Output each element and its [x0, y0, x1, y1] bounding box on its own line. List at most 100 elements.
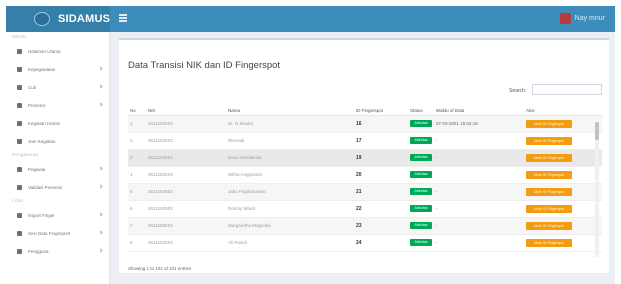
row-number: 3 [128, 149, 146, 167]
time-cell: - [434, 132, 524, 150]
table-row[interactable]: 7 3521182503 Margaretha Magnolia 23 Aktivita… [128, 217, 602, 235]
column-header[interactable]: No [128, 106, 146, 116]
time-cell: - [434, 149, 524, 167]
name-cell: Rismadi [226, 132, 354, 150]
sidebar-item-label: Halaman Utama [28, 48, 61, 54]
table-row[interactable]: 8 3521182503 Ali Rosidi 24 Aktivitas - Ubah ID… [128, 234, 602, 252]
scroll-thumb[interactable] [595, 122, 599, 140]
nik-cell: 3521182503 [146, 149, 226, 167]
column-header[interactable]: NIK [146, 106, 226, 116]
table-body: 1 3521182503 Dr. N Maulid 16 Aktivitas 07-03-… [128, 115, 602, 252]
status-badge: Aktivitas [410, 171, 432, 178]
action-cell: Ubah ID Fingerspot [524, 115, 602, 133]
sidebar-item[interactable]: Pengguna [6, 242, 109, 260]
sidebar-item[interactable]: Kepegawaian [6, 60, 109, 78]
action-cell: Ubah ID Fingerspot [524, 217, 602, 235]
status-badge: Aktivitas [410, 222, 432, 229]
sidebar-item-label: Pegawai [28, 166, 46, 172]
column-header[interactable]: ID Fingerspot [354, 106, 408, 116]
scrollbar[interactable] [595, 122, 599, 257]
action-cell: Ubah ID Fingerspot [524, 234, 602, 252]
table-row[interactable]: 2 3521182503 Rismadi 17 Aktivitas - Ubah ID Fi… [128, 132, 602, 150]
sidebar-item-label: Kegiatan Harian [28, 120, 61, 126]
chevron-right-icon [98, 212, 103, 217]
table-row[interactable]: 3 3521182503 Dana Handaniati 19 Aktivitas - Ub… [128, 149, 602, 167]
table-row[interactable]: 4 3521182503 Witha Anggoraini 20 Aktivitas Ub… [128, 166, 602, 184]
status-badge: Aktivitas [410, 188, 432, 195]
menu-toggle-icon[interactable] [119, 14, 127, 22]
sidebar-item[interactable]: Validasi Presensi [6, 178, 109, 196]
fingerspot-id-cell: 24 [354, 234, 408, 252]
fingerprint-icon [17, 230, 22, 236]
app-window: SIDAMUS Nay mnur MENU Halaman Utama Kepega… [6, 6, 615, 284]
upload-icon [17, 212, 22, 218]
edit-fingerspot-button[interactable]: Ubah ID Fingerspot [526, 238, 572, 247]
row-number: 1 [128, 115, 146, 133]
chevron-right-icon [98, 102, 103, 107]
sidebar-header: MENU [12, 34, 27, 39]
chevron-right-icon [98, 248, 103, 253]
column-header[interactable]: Status [408, 106, 434, 116]
nik-cell: 3521182503 [146, 234, 226, 252]
sidebar-item[interactable]: Import Finger [6, 206, 109, 224]
name-cell: Dr. N Maulid [226, 115, 354, 133]
sidebar-item[interactable]: Pegawai [6, 160, 109, 178]
nik-cell: 3521182503 [146, 183, 226, 201]
sidebar-item[interactable]: Halaman Utama [6, 42, 109, 60]
edit-fingerspot-button[interactable]: Ubah ID Fingerspot [526, 170, 572, 179]
sidebar-item[interactable]: Sesi Data Fingerprint [6, 224, 109, 242]
row-number: 5 [128, 183, 146, 201]
nik-cell: 3521182503 [146, 115, 226, 133]
chevron-right-icon [98, 166, 103, 171]
chevron-right-icon [98, 230, 103, 235]
sidebar-item[interactable]: Presensi [6, 96, 109, 114]
nik-cell: 3521182503 [146, 132, 226, 150]
row-number: 7 [128, 217, 146, 235]
sidebar-item-label: Sesi Data Fingerprint [28, 230, 71, 236]
chevron-right-icon [98, 66, 103, 71]
fingerspot-id-cell: 19 [354, 149, 408, 167]
search-input[interactable] [532, 84, 602, 95]
action-cell: Ubah ID Fingerspot [524, 200, 602, 218]
sidebar-item[interactable]: Cuti [6, 78, 109, 96]
clock-icon [17, 138, 22, 144]
logo-text[interactable]: SIDAMUS [58, 13, 110, 25]
edit-fingerspot-button[interactable]: Ubah ID Fingerspot [526, 136, 572, 145]
table-row[interactable]: 6 3521182503 Rohmy Mardi 22 Aktivitas - Ubah I… [128, 200, 602, 218]
sidebar-item-label: Pengguna [28, 248, 49, 254]
edit-fingerspot-button[interactable]: Ubah ID Fingerspot [526, 187, 572, 196]
user-icon [17, 166, 22, 172]
page-title: Data Transisi NIK dan ID Fingerspot [128, 60, 281, 71]
status-cell: Aktivitas [408, 115, 434, 133]
edit-fingerspot-button[interactable]: Ubah ID Fingerspot [526, 204, 572, 213]
column-header[interactable]: Nama [226, 106, 354, 116]
column-header[interactable]: Waktu of Data [434, 106, 524, 116]
edit-fingerspot-button[interactable]: Ubah ID Fingerspot [526, 153, 572, 162]
time-cell: - [434, 183, 524, 201]
search-label: Search: [509, 88, 527, 94]
user-name: Nay mnur [574, 15, 605, 22]
avatar [559, 13, 571, 24]
edit-fingerspot-button[interactable]: Ubah ID Fingerspot [526, 119, 572, 128]
sidebar-item[interactable]: Kegiatan Harian [6, 114, 109, 132]
name-cell: Witha Anggoraini [226, 166, 354, 184]
row-number: 4 [128, 166, 146, 184]
edit-fingerspot-button[interactable]: Ubah ID Fingerspot [526, 221, 572, 230]
table-row[interactable]: 5 3521182503 Jako Pagalariawan 21 Aktivitas -… [128, 183, 602, 201]
action-cell: Ubah ID Fingerspot [524, 166, 602, 184]
status-badge: Aktivitas [410, 205, 432, 212]
table-info: Showing 1 to 101 of 101 entries [128, 266, 192, 271]
nik-cell: 3521182503 [146, 200, 226, 218]
action-cell: Ubah ID Fingerspot [524, 132, 602, 150]
time-cell: - [434, 217, 524, 235]
user-menu[interactable]: Nay mnur [559, 13, 605, 24]
sidebar-header: Pengaturan [12, 152, 39, 157]
status-badge: Aktivitas [410, 137, 432, 144]
table-row[interactable]: 1 3521182503 Dr. N Maulid 16 Aktivitas 07-03-… [128, 115, 602, 133]
row-number: 8 [128, 234, 146, 252]
column-header[interactable]: Aksi [524, 106, 602, 116]
name-cell: Rohmy Mardi [226, 200, 354, 218]
nik-cell: 3521182503 [146, 166, 226, 184]
time-cell [434, 166, 524, 184]
sidebar-item[interactable]: Jam Kegiatan [6, 132, 109, 150]
